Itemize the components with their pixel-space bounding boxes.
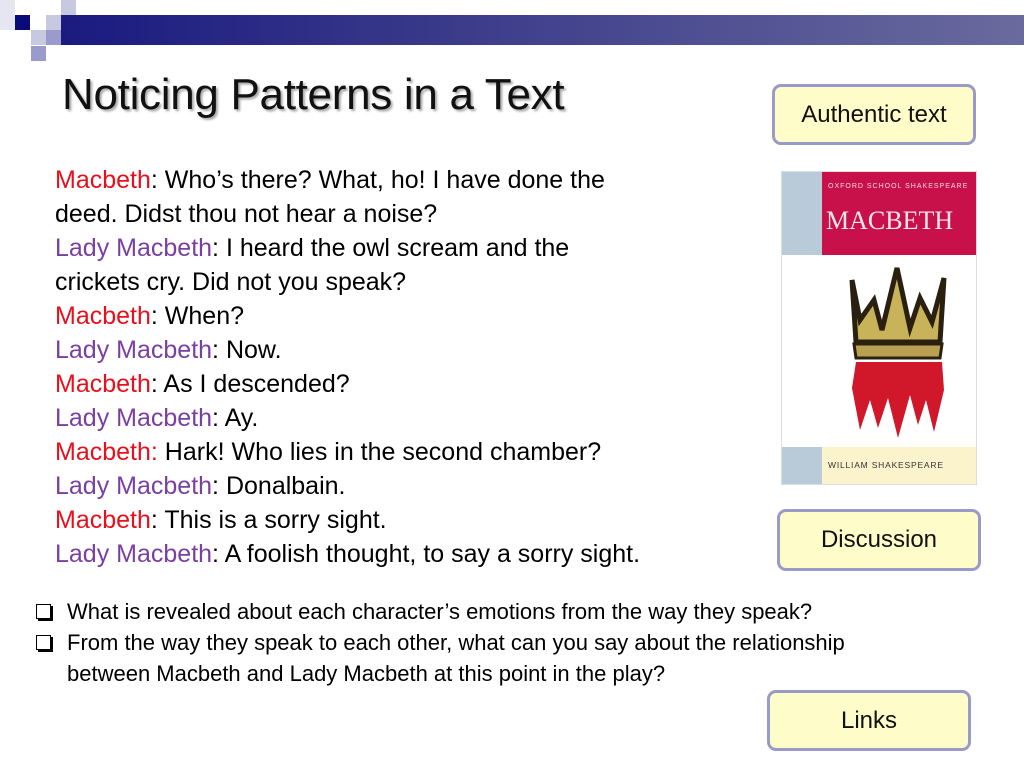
authentic-text-button[interactable]: Authentic text [772, 84, 976, 145]
dialogue-text: As I descended? [163, 370, 350, 398]
dialogue-text: When? [164, 302, 245, 330]
dialogue-line: Lady Macbeth: Now. [55, 333, 755, 367]
checkbox-bullet-icon [36, 635, 51, 650]
speaker-name: Lady Macbeth [55, 540, 213, 568]
dialogue-text: I heard the owl scream and the [225, 234, 570, 262]
question-item: What is revealed about each character’s … [36, 596, 845, 627]
speaker-separator: : [212, 540, 225, 568]
decor-square [31, 46, 46, 61]
question-text: What is revealed about each character’s … [67, 599, 813, 624]
dialogue-line: Macbeth: Hark! Who lies in the second ch… [55, 435, 755, 469]
slide-title: Noticing Patterns in a Text [62, 70, 565, 119]
speaker-separator: : [150, 370, 164, 398]
book-series: OXFORD SCHOOL SHAKESPEARE [828, 183, 969, 190]
checkbox-bullet-icon [36, 604, 51, 619]
dialogue-line: Lady Macbeth: Ay. [55, 401, 755, 435]
dialogue-line: Macbeth: As I descended? [55, 367, 755, 401]
dialogue-excerpt: Macbeth: Who’s there? What, ho! I have d… [55, 163, 755, 571]
dialogue-line: Lady Macbeth: I heard the owl scream and… [55, 231, 755, 265]
speaker-separator: : [150, 166, 165, 194]
speaker-separator: : [150, 302, 165, 330]
speaker-separator: : [212, 472, 226, 500]
decor-square [46, 30, 61, 45]
dialogue-line-continued: deed. Didst thou not hear a noise? [55, 200, 438, 228]
dialogue-line: Macbeth: When? [55, 299, 755, 333]
book-title: MACBETH [826, 206, 954, 235]
speaker-name: Macbeth [55, 506, 151, 534]
dialogue-text: This is a sorry sight. [164, 506, 387, 534]
speaker-name: Macbeth [55, 370, 151, 398]
question-text-continued: between Macbeth and Lady Macbeth at this… [67, 661, 666, 686]
dialogue-line-continued: crickets cry. Did not you speak? [55, 268, 407, 296]
speaker-separator: : [212, 404, 225, 432]
dialogue-text: A foolish thought, to say a sorry sight. [224, 540, 641, 568]
speaker-name: Lady Macbeth [55, 336, 213, 364]
dialogue-text: Donalbain. [225, 472, 346, 500]
decor-square [46, 15, 61, 30]
dialogue-text: Who’s there? What, ho! I have done the [164, 166, 605, 194]
crown-icon [849, 267, 947, 438]
dialogue-line: Lady Macbeth: A foolish thought, to say … [55, 537, 755, 571]
dialogue-text: Ay. [224, 404, 259, 432]
decor-square [61, 0, 76, 15]
question-text: From the way they speak to each other, w… [67, 630, 845, 655]
speaker-name: Macbeth [55, 302, 151, 330]
speaker-separator: : [212, 336, 226, 364]
speaker-separator: : [150, 506, 165, 534]
decor-square [0, 0, 15, 30]
discussion-button[interactable]: Discussion [777, 509, 981, 571]
speaker-name: Lady Macbeth [55, 472, 213, 500]
discussion-questions: What is revealed about each character’s … [36, 596, 845, 689]
question-item: From the way they speak to each other, w… [36, 627, 845, 689]
links-button[interactable]: Links [767, 690, 971, 751]
speaker-name: Macbeth: [55, 438, 158, 466]
dialogue-text: Now. [225, 336, 282, 364]
book-spine-gap [782, 255, 822, 447]
header-bar [61, 15, 1024, 45]
speaker-name: Lady Macbeth [55, 404, 213, 432]
book-cover-image: OXFORD SCHOOL SHAKESPEARE MACBETH WILLIA… [781, 171, 977, 485]
book-author: WILLIAM SHAKESPEARE [828, 460, 944, 470]
dialogue-line: Macbeth: This is a sorry sight. [55, 503, 755, 537]
decor-square [31, 30, 46, 45]
speaker-separator: : [212, 234, 226, 262]
speaker-separator [158, 438, 165, 466]
speaker-name: Lady Macbeth [55, 234, 213, 262]
decor-square [15, 15, 30, 30]
dialogue-text: Hark! Who lies in the second chamber? [164, 438, 602, 466]
dialogue-line: Macbeth: Who’s there? What, ho! I have d… [55, 163, 755, 197]
dialogue-line: Lady Macbeth: Donalbain. [55, 469, 755, 503]
speaker-name: Macbeth [55, 166, 151, 194]
